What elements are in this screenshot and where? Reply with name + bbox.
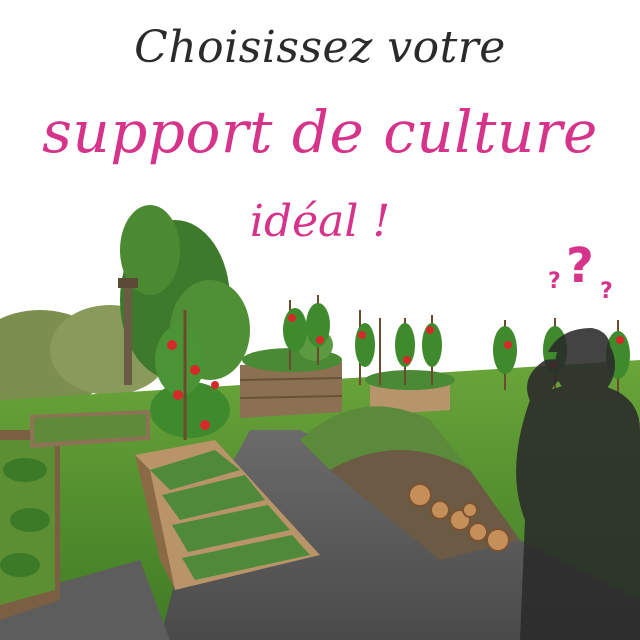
headline-line-1: Choisissez votre [134, 22, 506, 73]
headline-line-3: idéal ! [249, 196, 391, 247]
headline-line-2: support de culture [42, 98, 598, 166]
garden-illustration [0, 205, 640, 640]
left-raised-bed [0, 430, 60, 620]
poster: Choisissez votre support de culture idéa… [0, 0, 640, 640]
